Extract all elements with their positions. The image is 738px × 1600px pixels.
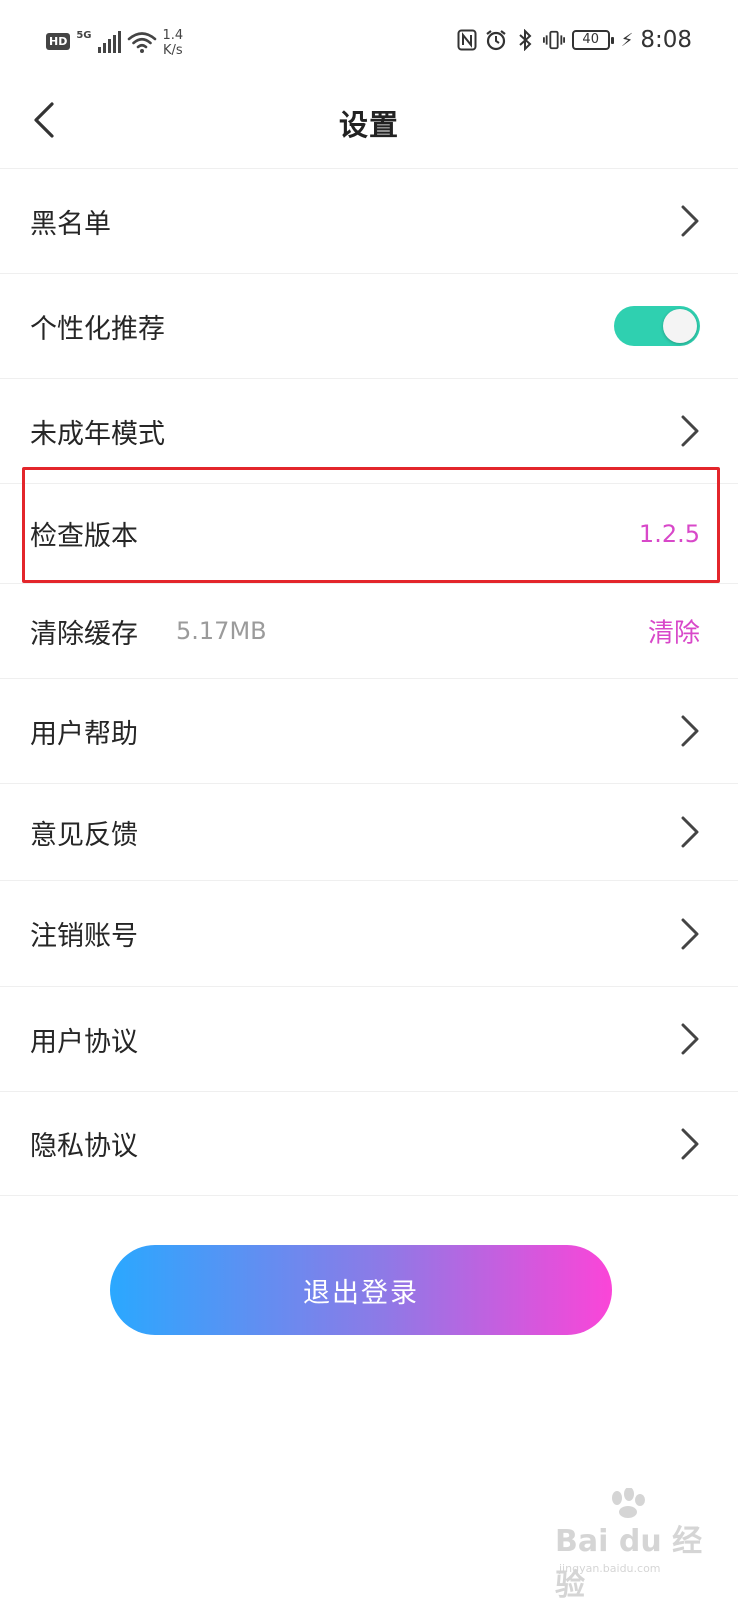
bluetooth-icon <box>514 28 536 52</box>
status-left: HD 5G 1.4 K/s <box>46 28 183 58</box>
version-number: 1.2.5 <box>638 519 700 548</box>
charging-icon: ⚡ <box>620 29 634 51</box>
personalized-toggle[interactable] <box>614 306 700 346</box>
row-privacy-agreement[interactable]: 隐私协议 <box>0 1091 738 1196</box>
vibrate-icon <box>542 28 565 52</box>
chevron-right-icon <box>681 715 699 747</box>
row-label: 注销账号 <box>30 921 138 952</box>
row-check-version[interactable]: 检查版本 1.2.5 <box>0 483 738 583</box>
row-label: 隐私协议 <box>30 1131 138 1162</box>
clear-cache-button[interactable]: 清除 <box>648 613 700 650</box>
chevron-right-icon <box>681 415 699 447</box>
status-right: 40 ⚡ 8:08 <box>456 27 692 53</box>
cache-size: 5.17MB <box>176 617 267 645</box>
row-label: 检查版本 <box>30 521 138 552</box>
row-clear-cache: 清除缓存 5.17MB 清除 <box>0 583 738 678</box>
settings-list: 黑名单 个性化推荐 未成年模式 检查版本 1.2.5 清除缓存 5.17MB 清… <box>0 168 738 1196</box>
row-user-agreement[interactable]: 用户协议 <box>0 986 738 1091</box>
chevron-right-icon <box>681 816 699 848</box>
battery-icon: 40 <box>571 30 614 50</box>
network-speed: 1.4 K/s <box>163 28 184 58</box>
chevron-right-icon <box>681 205 699 237</box>
status-bar: HD 5G 1.4 K/s 40 ⚡ 8:08 <box>0 0 738 82</box>
row-label: 用户协议 <box>30 1026 138 1058</box>
signal-icon <box>97 31 121 53</box>
row-deactivate-account[interactable]: 注销账号 <box>0 880 738 986</box>
network-type: 5G <box>76 30 92 41</box>
row-label: 黑名单 <box>30 208 111 240</box>
watermark-text: Bai du 经验 <box>555 1524 703 1600</box>
toggle-knob <box>663 309 697 343</box>
row-feedback[interactable]: 意见反馈 <box>0 783 738 880</box>
chevron-right-icon <box>681 1128 699 1159</box>
nfc-icon <box>456 28 478 52</box>
row-personalized-recommendation: 个性化推荐 <box>0 273 738 378</box>
row-label: 个性化推荐 <box>30 313 165 345</box>
row-label: 意见反馈 <box>30 819 138 851</box>
chevron-right-icon <box>681 918 699 949</box>
row-minor-mode[interactable]: 未成年模式 <box>0 378 738 483</box>
wifi-icon <box>127 32 156 53</box>
logout-button[interactable]: 退出登录 <box>110 1245 612 1335</box>
alarm-icon <box>485 28 507 52</box>
row-label: 未成年模式 <box>30 418 165 450</box>
speed-value: 1.4 <box>162 28 184 43</box>
row-label: 用户帮助 <box>30 718 138 750</box>
row-user-help[interactable]: 用户帮助 <box>0 678 738 783</box>
paw-icon <box>612 1488 645 1518</box>
watermark: Bai du 经验 jingyan.baidu.com <box>555 1488 725 1600</box>
row-label: 清除缓存 <box>30 618 138 650</box>
watermark-url: jingyan.baidu.com <box>559 1562 661 1575</box>
page-title: 设置 <box>338 108 399 142</box>
speed-unit: K/s <box>163 43 183 58</box>
header: 设置 <box>0 82 738 168</box>
hd-badge: HD <box>46 33 71 50</box>
chevron-right-icon <box>681 1023 699 1055</box>
clock: 8:08 <box>640 27 692 53</box>
row-blacklist[interactable]: 黑名单 <box>0 168 738 273</box>
